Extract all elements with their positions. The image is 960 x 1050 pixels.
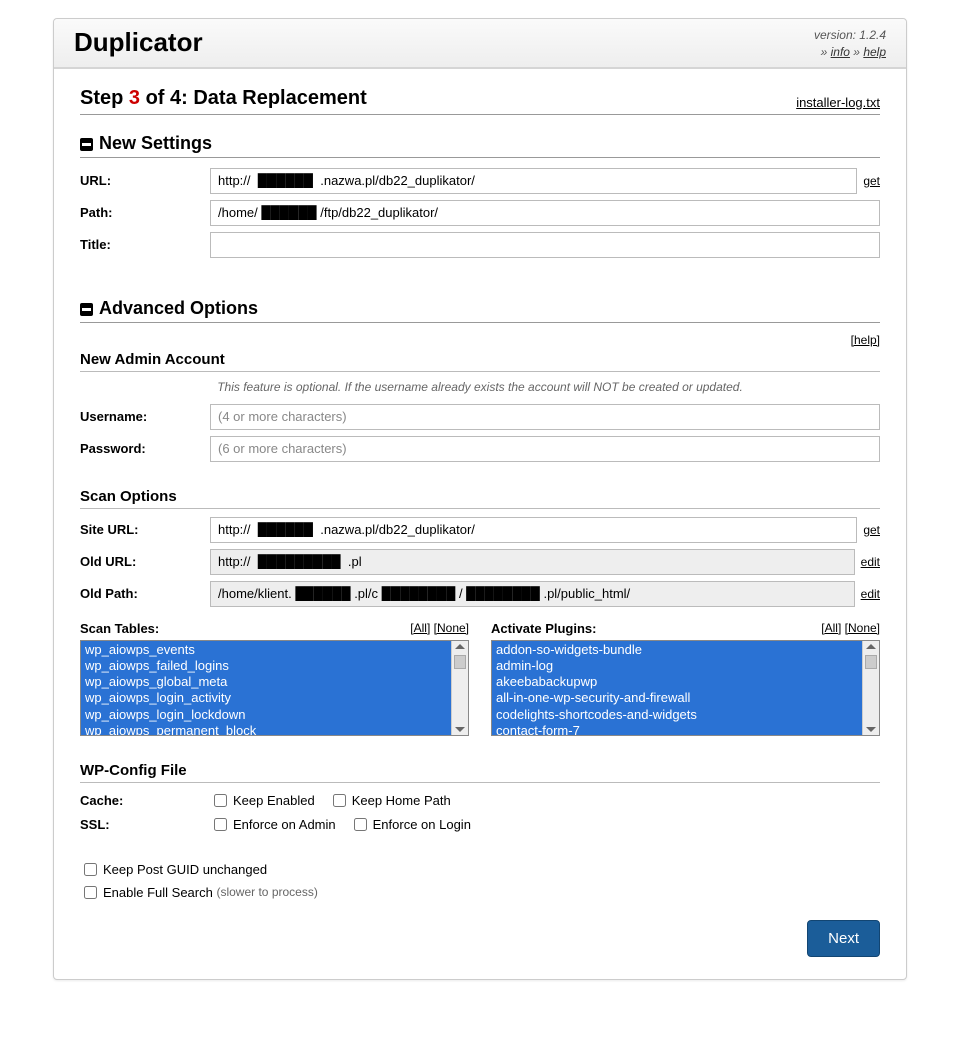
help-link[interactable]: help [863,45,886,59]
oldurl-input[interactable] [210,549,855,575]
keep-guid-checkbox[interactable] [84,863,97,876]
scan-tables-title: Scan Tables: [80,621,159,636]
app-title: Duplicator [74,27,203,58]
path-label: Path: [80,205,210,220]
activate-plugins-title: Activate Plugins: [491,621,596,636]
version-block: version: 1.2.4 » info » help [814,27,886,61]
list-item[interactable]: contact-form-7 [496,723,858,735]
step-header: Step 3 of 4: Data Replacement installer-… [80,87,880,115]
username-label: Username: [80,409,210,424]
ssl-enforce-login-checkbox[interactable] [354,818,367,831]
app-window: Duplicator version: 1.2.4 » info » help … [53,18,907,980]
list-item[interactable]: all-in-one-wp-security-and-firewall [496,690,858,706]
wpconfig-header: WP-Config File [80,762,880,783]
title-input[interactable] [210,232,880,258]
cache-label: Cache: [80,793,210,808]
path-input[interactable] [210,200,880,226]
url-input[interactable] [210,168,857,194]
new-settings-header[interactable]: New Settings [80,133,880,158]
info-link[interactable]: info [831,45,850,59]
list-item[interactable]: wp_aiowps_login_lockdown [85,707,447,723]
tables-all-link[interactable]: [All] [410,621,430,635]
admin-account-header: New Admin Account [80,351,880,372]
tables-none-link[interactable]: [None] [434,621,469,635]
list-item[interactable]: admin-log [496,658,858,674]
password-label: Password: [80,441,210,456]
cache-keep-enabled-checkbox[interactable] [214,794,227,807]
ssl-enforce-admin-checkbox[interactable] [214,818,227,831]
installer-log-link[interactable]: installer-log.txt [796,95,880,110]
list-item[interactable]: akeebabackupwp [496,674,858,690]
password-input[interactable] [210,436,880,462]
list-item[interactable]: wp_aiowps_failed_logins [85,658,447,674]
activate-plugins-listbox[interactable]: addon-so-widgets-bundleadmin-logakeebaba… [491,640,880,736]
scan-tables-listbox[interactable]: wp_aiowps_eventswp_aiowps_failed_loginsw… [80,640,469,736]
oldpath-label: Old Path: [80,586,210,601]
list-item[interactable]: wp_aiowps_login_activity [85,690,447,706]
oldpath-edit-link[interactable]: edit [861,587,880,601]
app-header: Duplicator version: 1.2.4 » info » help [54,19,906,69]
siteurl-input[interactable] [210,517,857,543]
content: Step 3 of 4: Data Replacement installer-… [54,69,906,979]
list-item[interactable]: codelights-shortcodes-and-widgets [496,707,858,723]
list-item[interactable]: wp_aiowps_permanent_block [85,723,447,735]
oldurl-label: Old URL: [80,554,210,569]
url-get-link[interactable]: get [863,174,880,188]
siteurl-get-link[interactable]: get [863,523,880,537]
collapse-icon [80,303,93,316]
collapse-icon [80,138,93,151]
next-button[interactable]: Next [807,920,880,957]
list-item[interactable]: wp_aiowps_global_meta [85,674,447,690]
titlefield-label: Title: [80,237,210,252]
advanced-options-header[interactable]: Advanced Options [80,298,880,323]
advanced-help-link[interactable]: [help] [851,333,880,347]
list-item[interactable]: addon-so-widgets-bundle [496,642,858,658]
siteurl-label: Site URL: [80,522,210,537]
oldpath-input[interactable] [210,581,855,607]
oldurl-edit-link[interactable]: edit [861,555,880,569]
version-label: version: 1.2.4 [814,27,886,44]
url-label: URL: [80,173,210,188]
scan-options-header: Scan Options [80,488,880,509]
list-item[interactable]: wp_aiowps_events [85,642,447,658]
activate-plugins-column: Activate Plugins: [All] [None] addon-so-… [491,621,880,736]
scrollbar[interactable] [862,641,879,735]
admin-account-hint: This feature is optional. If the usernam… [80,380,880,394]
plugins-all-link[interactable]: [All] [821,621,841,635]
scrollbar[interactable] [451,641,468,735]
cache-keep-homepath-checkbox[interactable] [333,794,346,807]
scan-tables-column: Scan Tables: [All] [None] wp_aiowps_even… [80,621,469,736]
username-input[interactable] [210,404,880,430]
plugins-none-link[interactable]: [None] [845,621,880,635]
step-title: Step 3 of 4: Data Replacement [80,87,367,110]
full-search-checkbox[interactable] [84,886,97,899]
ssl-label: SSL: [80,817,210,832]
